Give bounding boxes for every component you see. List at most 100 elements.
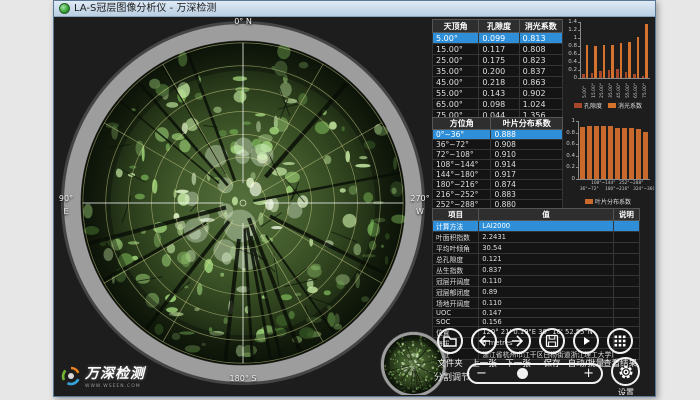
table-row[interactable]: 0°~36°0.888 [433, 130, 563, 140]
window-title: LA-S冠层图像分析仪 - 万深检测 [74, 2, 216, 16]
bar [599, 71, 602, 78]
column-header: 叶片分布系数 [491, 118, 563, 130]
x-tick-label: 25.00° [600, 78, 605, 98]
bar [587, 126, 592, 179]
table-row[interactable]: 180°~216°0.874 [433, 180, 563, 190]
segmentation-slider-label: 分割调节 [434, 370, 470, 383]
settings-button-label: 设置 [608, 387, 644, 395]
bar [643, 132, 648, 179]
save-button[interactable] [539, 328, 565, 354]
compass-east-letter: E [57, 207, 75, 216]
y-tick-label: 0.2 [564, 164, 575, 170]
y-tick-label: 0.4 [564, 153, 575, 159]
y-tick [576, 179, 578, 180]
table-row[interactable]: 15.00°0.1170.808 [433, 44, 563, 55]
compass-west-letter: W [408, 207, 432, 216]
view-results-button[interactable] [607, 328, 633, 354]
x-axis [580, 78, 650, 79]
play-icon [579, 334, 593, 348]
bar [616, 69, 619, 78]
table-row[interactable]: 冠层开阔度0.110 [433, 276, 640, 287]
table-row[interactable]: 36°~72°0.908 [433, 140, 563, 150]
table-row[interactable]: 216°~252°0.883 [433, 190, 563, 200]
gear-icon [617, 363, 635, 381]
folder-icon [443, 334, 457, 348]
settings-button[interactable] [611, 357, 640, 386]
bar [620, 43, 623, 78]
segmentation-slider[interactable]: − + [467, 363, 603, 384]
title-bar[interactable]: LA-S冠层图像分析仪 - 万深检测 [54, 1, 655, 17]
bar [594, 126, 599, 179]
bar [629, 128, 634, 179]
y-tick [578, 78, 580, 79]
y-tick-label: 0 [564, 176, 575, 182]
x-axis [578, 179, 650, 180]
y-tick [576, 156, 578, 157]
porosity-extinction-chart: 00.20.40.60.811.21.45.00°15.00°25.00°35.… [564, 19, 652, 113]
table-row[interactable]: UOC0.147 [433, 309, 640, 318]
y-tick [578, 46, 580, 47]
legend-label: 消光系数 [618, 101, 642, 110]
legend-swatch [585, 199, 593, 204]
table-row[interactable]: 25.00°0.1750.823 [433, 55, 563, 66]
grid-icon [613, 334, 627, 348]
next-button[interactable] [505, 328, 531, 354]
legend-swatch [574, 103, 582, 108]
table-row[interactable]: 45.00°0.2180.863 [433, 77, 563, 88]
brand-logo: 万深检测 WWW.WSEEN.COM [61, 363, 145, 389]
bar [594, 46, 597, 78]
x-tick-label: 15.00° [592, 78, 597, 98]
y-tick [576, 121, 578, 122]
canopy-fisheye-image[interactable] [59, 19, 427, 387]
folder-button[interactable] [437, 328, 463, 354]
compass-south-label: 180° S [225, 374, 261, 383]
y-tick [576, 167, 578, 168]
slider-plus-button[interactable]: + [583, 366, 594, 381]
y-tick [578, 30, 580, 31]
brand-subtext: WWW.WSEEN.COM [85, 384, 145, 389]
column-header: 孔隙度 [479, 20, 519, 33]
bar [580, 127, 585, 179]
table-row[interactable]: 场地开阔度0.110 [433, 298, 640, 309]
table-row[interactable]: 平均叶倾角30.54 [433, 243, 640, 254]
bar [636, 129, 641, 179]
table-row[interactable]: 总孔隙度0.121 [433, 254, 640, 265]
bar [611, 45, 614, 78]
auto-batch-button[interactable] [573, 328, 599, 354]
previous-button[interactable] [471, 328, 497, 354]
table-row[interactable]: 计算方法LAI2000 [433, 221, 640, 232]
y-tick-label: 1.2 [564, 27, 577, 33]
bar [608, 70, 611, 78]
x-tick-label: 55.00° [626, 78, 631, 98]
table-row[interactable]: 丛生指数0.837 [433, 265, 640, 276]
y-axis [578, 121, 579, 179]
table-row[interactable]: 65.00°0.0981.024 [433, 99, 563, 110]
column-header: 说明 [613, 209, 639, 221]
legend-label: 孔隙度 [584, 101, 602, 110]
y-tick [578, 70, 580, 71]
y-tick-label: 0.4 [564, 59, 577, 65]
table-row[interactable]: 72°~108°0.910 [433, 150, 563, 160]
table-row[interactable]: 144°~180°0.917 [433, 170, 563, 180]
table-row[interactable]: 冠层郁闭度0.89 [433, 287, 640, 298]
app-icon [59, 3, 70, 14]
x-tick-label: 5.00° [583, 78, 588, 98]
slider-handle[interactable] [517, 368, 528, 379]
bar [628, 42, 631, 78]
bar [586, 45, 589, 78]
bar [637, 37, 640, 78]
compass-east-degrees: 90° [57, 194, 75, 203]
y-tick [576, 144, 578, 145]
bar [603, 45, 606, 78]
y-tick-label: 0.8 [564, 43, 577, 49]
x-tick-label: 35.00° [609, 78, 614, 98]
table-row[interactable]: 5.00°0.0990.813 [433, 33, 563, 44]
bar [645, 24, 648, 78]
table-row[interactable]: SOC0.156 [433, 318, 640, 327]
slider-minus-button[interactable]: − [476, 366, 487, 381]
table-row[interactable]: 叶面积指数2.2431 [433, 232, 640, 243]
table-row[interactable]: 108°~144°0.914 [433, 160, 563, 170]
table-row[interactable]: 35.00°0.2000.837 [433, 66, 563, 77]
table-row[interactable]: 55.00°0.1430.902 [433, 88, 563, 99]
y-tick [578, 62, 580, 63]
